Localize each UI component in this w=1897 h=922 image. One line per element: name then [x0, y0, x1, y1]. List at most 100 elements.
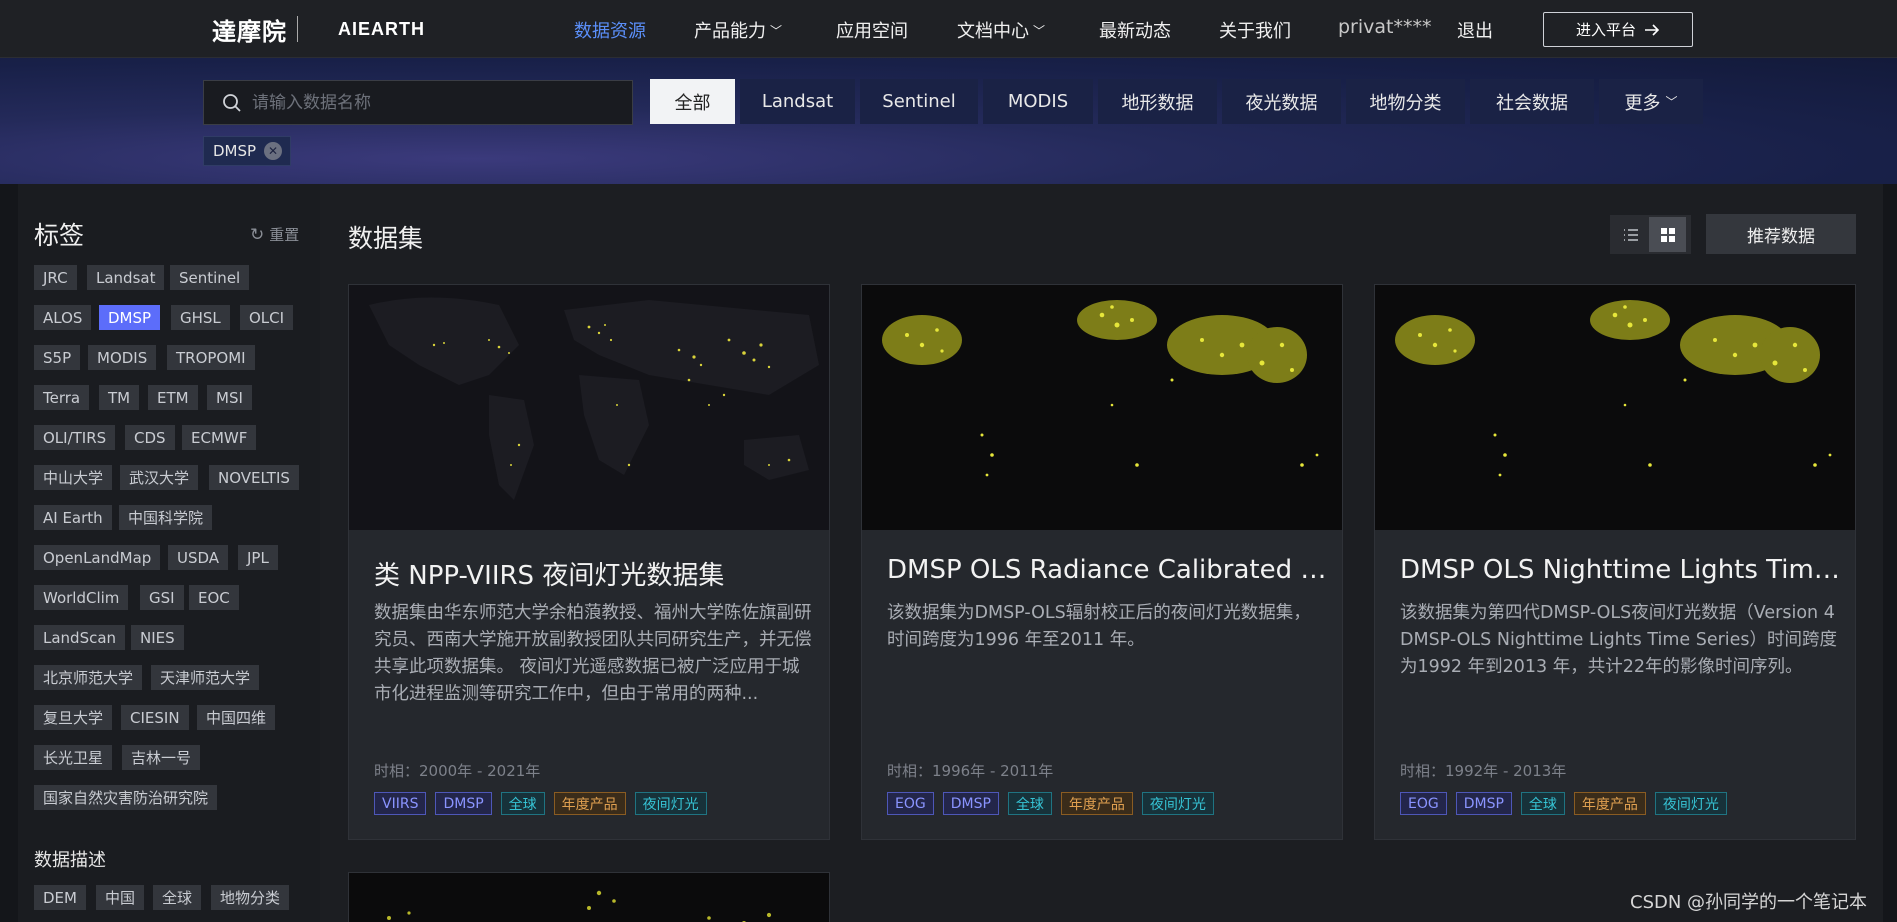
nav-app-space[interactable]: 应用空间 — [836, 17, 908, 43]
tag-land-cover[interactable]: 地物分类 — [211, 885, 290, 910]
tag-natural-disaster-institute[interactable]: 国家自然灾害防治研究院 — [34, 785, 218, 810]
search-icon — [223, 93, 241, 112]
tag-jrc[interactable]: JRC — [34, 265, 77, 290]
dataset-card-partial[interactable] — [348, 872, 830, 922]
tag-openlandmap[interactable]: OpenLandMap — [34, 545, 161, 570]
tag-nies[interactable]: NIES — [131, 625, 184, 650]
category-landsat[interactable]: Landsat — [740, 79, 855, 124]
night-light-map-image — [349, 873, 829, 922]
logo-aiearth-text: AIEARTH — [338, 18, 425, 39]
tag-ecmwf[interactable]: ECMWF — [182, 425, 257, 450]
tag-navinfo[interactable]: 中国四维 — [197, 705, 276, 730]
category-more[interactable]: 更多 ﹀ — [1599, 79, 1703, 124]
dataset-period: 时相：2000年 - 2021年 — [374, 762, 541, 780]
dataset-tag: 夜间灯光 — [634, 792, 707, 815]
tag-s5p[interactable]: S5P — [34, 345, 81, 370]
active-filter-label: DMSP — [213, 142, 257, 160]
dataset-tag: 全球 — [500, 792, 545, 815]
tag-gsi[interactable]: GSI — [140, 585, 184, 610]
tag-dem[interactable]: DEM — [34, 885, 86, 910]
tag-global[interactable]: 全球 — [153, 885, 202, 910]
category-terrain[interactable]: 地形数据 — [1098, 79, 1217, 124]
tag-landscan[interactable]: LandScan — [34, 625, 126, 650]
dataset-tag: 全球 — [1520, 792, 1565, 815]
logo[interactable]: 達摩院 AIEARTH — [212, 12, 425, 46]
dataset-description: 该数据集为第四代DMSP-OLS夜间灯光数据（Version 4 DMSP-OL… — [1400, 603, 1838, 677]
top-navigation-bar: 達摩院 AIEARTH 数据资源 产品能力 ﹀ 应用空间 文档中心 ﹀ 最新动态 关… — [0, 0, 1897, 58]
nav-docs-center[interactable]: 文档中心 ﹀ — [957, 17, 1045, 43]
tag-usda[interactable]: USDA — [168, 545, 229, 570]
nav-latest-news[interactable]: 最新动态 — [1099, 17, 1171, 43]
nav-product-capability-label: 产品能力 — [694, 21, 766, 42]
tag-sun-yat-sen-univ[interactable]: 中山大学 — [34, 465, 113, 490]
tag-worldclim[interactable]: WorldClim — [34, 585, 129, 610]
nav-product-capability[interactable]: 产品能力 ﹀ — [694, 17, 782, 43]
tag-eoc[interactable]: EOC — [189, 585, 239, 610]
tag-ghsl[interactable]: GHSL — [171, 305, 230, 330]
dataset-title[interactable]: 类 NPP-VIIRS 夜间灯光数据集 — [374, 555, 814, 592]
remove-filter-icon[interactable]: ✕ — [264, 142, 283, 160]
nav-about-us[interactable]: 关于我们 — [1219, 17, 1291, 43]
grid-view-icon[interactable] — [1649, 217, 1686, 252]
list-view-icon[interactable] — [1612, 217, 1649, 252]
enter-platform-button[interactable]: 进入平台 — [1543, 12, 1693, 47]
tag-noveltis[interactable]: NOVELTIS — [209, 465, 299, 490]
tag-sentinel[interactable]: Sentinel — [170, 265, 250, 290]
tag-cas[interactable]: 中国科学院 — [119, 505, 213, 530]
tag-dmsp-selected[interactable]: DMSP — [99, 305, 161, 330]
dataset-thumbnail — [1375, 285, 1855, 530]
category-all[interactable]: 全部 — [650, 79, 735, 124]
tag-tianjin-normal-univ[interactable]: 天津师范大学 — [151, 665, 260, 690]
tag-olci[interactable]: OLCI — [240, 305, 294, 330]
dataset-card[interactable]: 类 NPP-VIIRS 夜间灯光数据集 数据集由华东师范大学余柏蒗教授、福州大学… — [348, 284, 830, 840]
tag-tropomi[interactable]: TROPOMI — [167, 345, 255, 370]
reset-button[interactable]: ↻ 重置 — [250, 224, 299, 245]
tag-alos[interactable]: ALOS — [34, 305, 92, 330]
tag-msi[interactable]: MSI — [207, 385, 252, 410]
search-box[interactable] — [203, 80, 633, 125]
tag-etm[interactable]: ETM — [148, 385, 198, 410]
category-social[interactable]: 社会数据 — [1470, 79, 1594, 124]
dataset-tag: 全球 — [1007, 792, 1052, 815]
tag-modis[interactable]: MODIS — [88, 345, 157, 370]
dataset-title[interactable]: DMSP OLS Nighttime Lights Time ... — [1400, 555, 1840, 585]
dataset-thumbnail — [349, 285, 829, 530]
dataset-tags: EOG DMSP 全球 年度产品 夜间灯光 — [887, 792, 1214, 815]
nav-data-resources[interactable]: 数据资源 — [574, 17, 646, 43]
tag-tm[interactable]: TM — [99, 385, 140, 410]
user-name[interactable]: privat**** — [1338, 16, 1432, 38]
tag-cds[interactable]: CDS — [125, 425, 175, 450]
tag-ai-earth[interactable]: AI Earth — [34, 505, 112, 530]
tag-fudan-univ[interactable]: 复旦大学 — [34, 705, 113, 730]
category-modis[interactable]: MODIS — [983, 79, 1093, 124]
csdn-watermark: CSDN @孙同学的一个笔记本 — [1630, 892, 1868, 913]
category-night-light[interactable]: 夜光数据 — [1222, 79, 1341, 124]
reset-label: 重置 — [269, 226, 300, 244]
tag-chang-guang-satellite[interactable]: 长光卫星 — [34, 745, 113, 770]
category-sentinel[interactable]: Sentinel — [860, 79, 978, 124]
night-light-map-image — [1375, 285, 1855, 530]
dataset-description: 数据集由华东师范大学余柏蒗教授、福州大学陈佐旗副研究员、西南大学施开放副教授团队… — [374, 603, 812, 704]
tag-jpl[interactable]: JPL — [238, 545, 278, 570]
tag-china[interactable]: 中国 — [96, 885, 145, 910]
dataset-tag: DMSP — [1455, 792, 1512, 815]
view-toggle — [1610, 215, 1691, 254]
dataset-card[interactable]: DMSP OLS Nighttime Lights Time ... 该数据集为… — [1374, 284, 1856, 840]
search-input[interactable] — [252, 92, 612, 113]
tag-wuhan-univ[interactable]: 武汉大学 — [120, 465, 199, 490]
dataset-card[interactable]: DMSP OLS Radiance Calibrated Ni... 该数据集为… — [861, 284, 1343, 840]
recommend-data-button[interactable]: 推荐数据 — [1706, 214, 1856, 254]
tag-beijing-normal-univ[interactable]: 北京师范大学 — [34, 665, 143, 690]
logout-link[interactable]: 退出 — [1457, 17, 1493, 43]
tag-oli-tirs[interactable]: OLI/TIRS — [34, 425, 116, 450]
tag-ciesin[interactable]: CIESIN — [121, 705, 189, 730]
chevron-down-icon: ﹀ — [1665, 95, 1678, 109]
dataset-title[interactable]: DMSP OLS Radiance Calibrated Ni... — [887, 555, 1327, 585]
tag-jilin-1[interactable]: 吉林一号 — [122, 745, 201, 770]
night-light-map-image — [349, 285, 829, 530]
right-margin — [1883, 184, 1897, 922]
sidebar-title: 标签 — [34, 221, 85, 250]
tag-landsat[interactable]: Landsat — [87, 265, 165, 290]
tag-terra[interactable]: Terra — [34, 385, 90, 410]
category-land-cover[interactable]: 地物分类 — [1346, 79, 1465, 124]
